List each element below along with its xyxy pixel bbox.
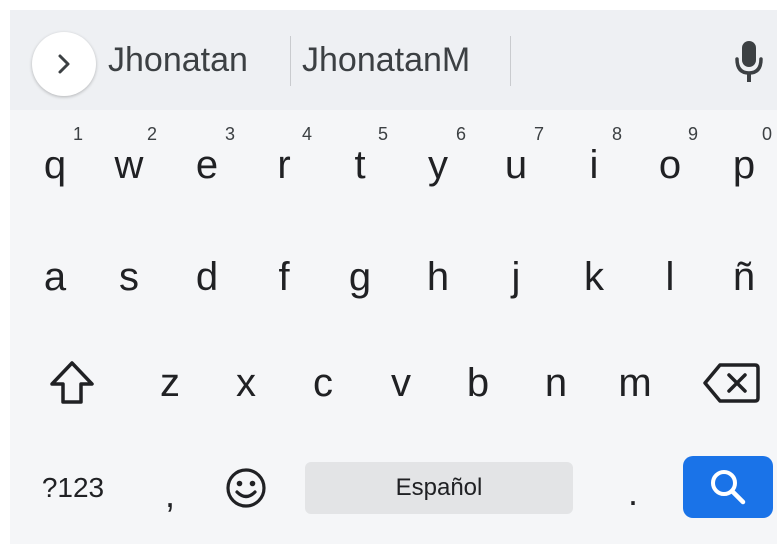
backspace-icon [703,363,760,403]
key-hint: 8 [612,124,623,144]
key-hint: 1 [73,124,84,144]
key-u[interactable]: u 7 [494,124,544,200]
space-bar[interactable]: Español [305,462,573,514]
key-m[interactable]: m [605,348,665,418]
search-button[interactable] [683,456,773,518]
voice-input-button[interactable] [725,34,773,90]
key-hint: 4 [302,124,313,144]
key-hint: 5 [378,124,389,144]
symbols-key-label: ?123 [41,472,105,503]
key-label: h [426,254,450,299]
key-o[interactable]: o 9 [648,124,698,200]
key-label: ñ [732,254,756,299]
key-label: b [466,360,490,405]
key-label: l [665,254,675,299]
key-label: c [313,360,333,405]
key-label: r [277,142,291,187]
key-label: g [348,254,372,299]
key-t[interactable]: t 5 [338,124,388,200]
key-label: x [236,360,256,405]
key-label: d [195,254,219,299]
key-hint: 0 [762,124,773,144]
keyboard: Jhonatan JhonatanM q 1 w 2 e 3 r 4 t 5 y… [10,10,777,544]
key-label: p [732,142,756,187]
chevron-right-icon [58,54,70,74]
comma-key[interactable]: , [150,458,190,518]
key-s[interactable]: s [107,242,151,312]
key-hint: 7 [534,124,545,144]
key-e[interactable]: e 3 [185,124,235,200]
key-label: j [511,254,521,299]
backspace-key[interactable] [696,348,766,418]
key-l[interactable]: l [648,242,692,312]
key-k[interactable]: k [572,242,616,312]
search-icon [711,470,746,505]
key-label: v [391,360,411,405]
shift-key[interactable] [40,348,104,418]
key-c[interactable]: c [301,348,345,418]
key-f[interactable]: f [262,242,306,312]
key-label: u [504,142,528,187]
key-label: o [658,142,682,187]
key-label: t [354,142,366,187]
suggestion-divider [510,36,511,86]
key-hint: 9 [688,124,699,144]
key-label: w [114,142,144,187]
key-x[interactable]: x [224,348,268,418]
key-q[interactable]: q 1 [33,124,83,200]
key-p[interactable]: p 0 [722,124,772,200]
key-label: m [618,360,652,405]
emoji-icon [226,468,266,508]
key-a[interactable]: a [33,242,77,312]
period-key-label: . [627,472,638,513]
key-r[interactable]: r 4 [262,124,312,200]
suggestion-1[interactable]: Jhonatan [108,32,248,88]
key-v[interactable]: v [379,348,423,418]
period-key[interactable]: . [613,458,653,518]
key-g[interactable]: g [338,242,382,312]
key-i[interactable]: i 8 [572,124,622,200]
microphone-icon [735,41,763,82]
key-y[interactable]: y 6 [416,124,466,200]
suggestion-2[interactable]: JhonatanM [302,32,470,88]
key-label: a [43,254,67,299]
emoji-key[interactable] [216,458,276,518]
key-d[interactable]: d [185,242,229,312]
key-label: z [160,360,180,405]
suggestion-divider [290,36,291,86]
expand-toolbar-button[interactable] [32,32,96,96]
key-hint: 3 [225,124,236,144]
key-label: n [544,360,568,405]
shift-icon [50,361,94,404]
key-label: e [195,142,219,187]
key-hint: 6 [456,124,467,144]
key-label: f [278,254,290,299]
key-hint: 2 [147,124,158,144]
key-n[interactable]: n [534,348,578,418]
key-j[interactable]: j [494,242,538,312]
key-n-tilde[interactable]: ñ [722,242,766,312]
key-z[interactable]: z [148,348,192,418]
symbols-key[interactable]: ?123 [28,458,118,518]
key-label: k [584,254,604,299]
suggestion-bar: Jhonatan JhonatanM [10,10,777,110]
space-bar-label: Español [395,474,483,501]
key-b[interactable]: b [456,348,500,418]
key-label: s [119,254,139,299]
key-label: y [428,142,448,187]
key-label: i [589,142,599,187]
key-w[interactable]: w 2 [107,124,157,200]
comma-key-label: , [164,474,175,515]
key-h[interactable]: h [416,242,460,312]
key-label: q [43,142,67,187]
